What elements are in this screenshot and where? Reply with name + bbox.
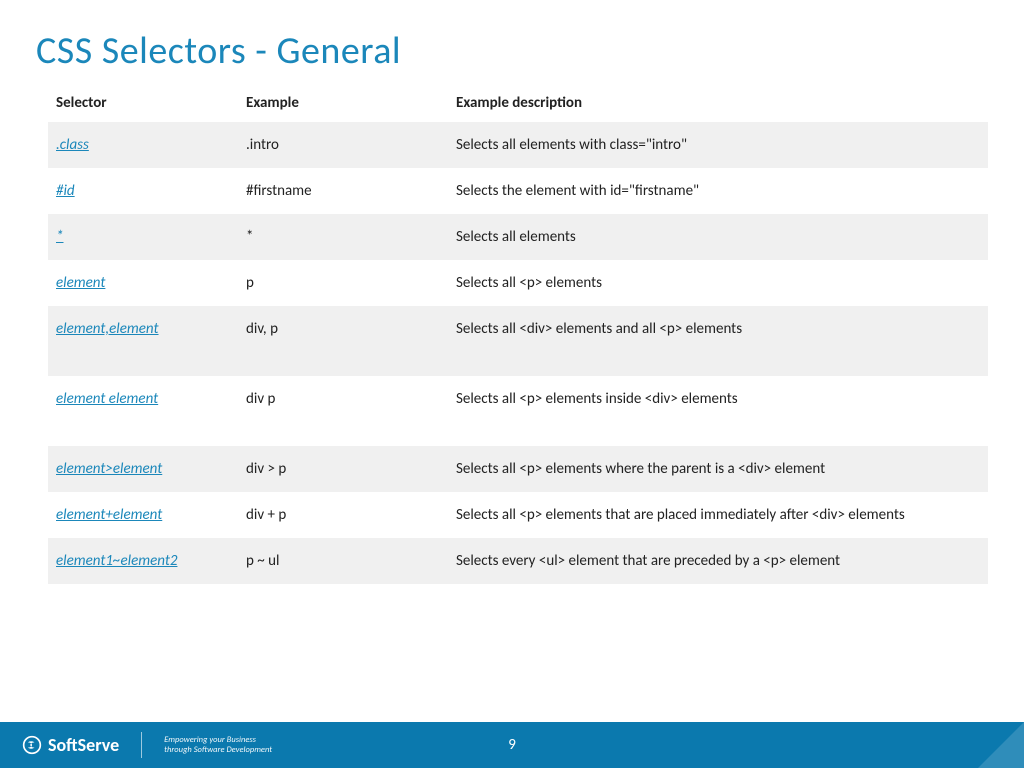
cell-example: div, p [238,306,448,376]
cell-selector: #id [48,168,238,214]
cell-description: Selects all elements [448,214,988,260]
cell-description: Selects every <ul> element that are prec… [448,538,988,584]
col-example: Example [238,84,448,122]
selector-link[interactable]: element [56,274,105,292]
footer-brand: SoftServe Empowering your Business throu… [0,732,272,758]
brand-logo: SoftServe [22,734,119,756]
selector-link[interactable]: .class [56,136,89,154]
cell-description: Selects the element with id="firstname" [448,168,988,214]
table-row: #id #firstnameSelects the element with id… [48,168,988,214]
col-selector: Selector [48,84,238,122]
page-number: 9 [508,736,516,754]
brand-name: SoftServe [48,734,119,756]
cell-example: p [238,260,448,306]
cell-selector: element,element [48,306,238,376]
footer-corner-accent [978,722,1024,768]
cell-selector: element1~element2 [48,538,238,584]
selector-link[interactable]: element1~element2 [56,552,177,570]
selector-table: Selector Example Example description .cl… [48,84,988,584]
selector-link[interactable]: * [56,228,63,246]
selector-link[interactable]: element>element [56,460,162,478]
cell-example: div p [238,376,448,446]
cell-description: Selects all <p> elements [448,260,988,306]
tagline-line-2: through Software Development [164,745,272,755]
cell-example: #firstname [238,168,448,214]
cell-description: Selects all <p> elements where the paren… [448,446,988,492]
cell-selector: element+element [48,492,238,538]
cell-selector: .class [48,122,238,168]
selector-link[interactable]: element+element [56,506,162,524]
footer-divider [141,732,142,758]
selector-link[interactable]: #id [56,182,75,200]
table-header-row: Selector Example Example description [48,84,988,122]
table-row: .class .introSelects all elements with cl… [48,122,988,168]
brand-tagline: Empowering your Business through Softwar… [164,735,272,755]
cell-example: .intro [238,122,448,168]
cell-example: * [238,214,448,260]
cell-selector: element [48,260,238,306]
cell-example: p ~ ul [238,538,448,584]
cell-selector: * [48,214,238,260]
slide: CSS Selectors - General Selector Example… [0,0,1024,768]
selector-table-wrap: Selector Example Example description .cl… [0,84,1024,584]
table-row: element element div pSelects all <p> elem… [48,376,988,446]
table-row: element1~element2 p ~ ulSelects every <ul… [48,538,988,584]
table-row: **Selects all elements [48,214,988,260]
table-row: element+element div + pSelects all <p> el… [48,492,988,538]
cell-description: Selects all <p> elements inside <div> el… [448,376,988,446]
cell-example: div > p [238,446,448,492]
table-row: element,element div, pSelects all <div> e… [48,306,988,376]
page-title: CSS Selectors - General [0,0,1024,84]
table-row: element pSelects all <p> elements [48,260,988,306]
cell-selector: element element [48,376,238,446]
cell-description: Selects all <div> elements and all <p> e… [448,306,988,376]
footer-bar: SoftServe Empowering your Business throu… [0,722,1024,768]
softserve-icon [22,735,42,755]
col-description: Example description [448,84,988,122]
tagline-line-1: Empowering your Business [164,735,256,745]
selector-link[interactable]: element,element [56,320,159,338]
selector-link[interactable]: element element [56,390,158,408]
cell-description: Selects all elements with class="intro" [448,122,988,168]
cell-description: Selects all <p> elements that are placed… [448,492,988,538]
cell-example: div + p [238,492,448,538]
cell-selector: element>element [48,446,238,492]
table-row: element>element div > pSelects all <p> el… [48,446,988,492]
